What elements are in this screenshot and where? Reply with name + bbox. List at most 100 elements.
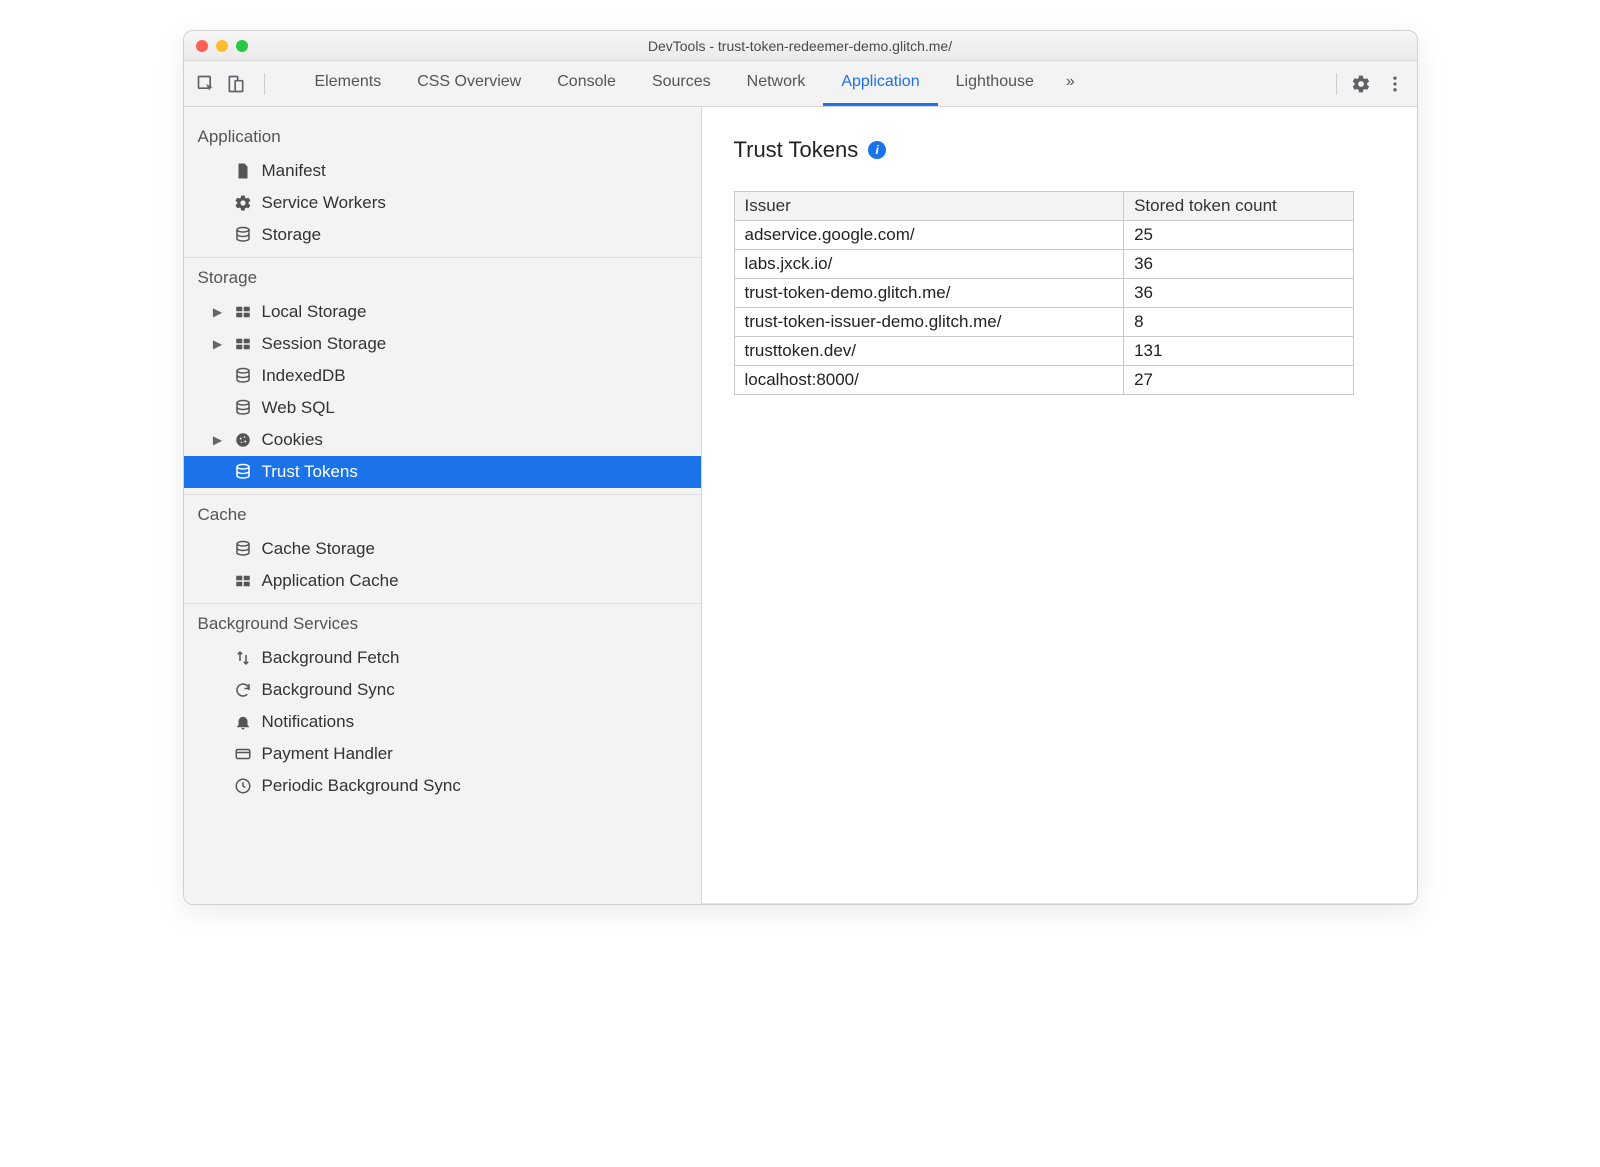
tab-network[interactable]: Network (729, 61, 824, 106)
panel-title: Trust Tokens (734, 137, 859, 163)
settings-icon[interactable] (1351, 74, 1371, 94)
table-cell: 27 (1124, 366, 1353, 395)
table-cell: trusttoken.dev/ (734, 337, 1124, 366)
column-header[interactable]: Stored token count (1124, 192, 1353, 221)
titlebar: DevTools - trust-token-redeemer-demo.gli… (184, 31, 1417, 61)
table-icon (234, 335, 252, 353)
sidebar-item-payment-handler[interactable]: Payment Handler (184, 738, 701, 770)
database-icon (234, 367, 252, 385)
table-row[interactable]: trusttoken.dev/131 (734, 337, 1353, 366)
window-controls (196, 40, 248, 52)
info-icon[interactable]: i (868, 141, 886, 159)
sidebar-group-storage: Storage (184, 258, 701, 296)
devtools-window: DevTools - trust-token-redeemer-demo.gli… (183, 30, 1418, 905)
expand-icon[interactable]: ▶ (212, 433, 224, 447)
sidebar-item-label: Background Fetch (262, 648, 400, 668)
clock-icon (234, 777, 252, 795)
tab-sources[interactable]: Sources (634, 61, 729, 106)
device-toolbar-icon[interactable] (226, 74, 246, 94)
tab-css-overview[interactable]: CSS Overview (399, 61, 539, 106)
arrows-icon (234, 649, 252, 667)
sidebar-item-cache-storage[interactable]: Cache Storage (184, 533, 701, 565)
sidebar-group-background-services: Background Services (184, 604, 701, 642)
sidebar-item-cookies[interactable]: ▶ Cookies (184, 424, 701, 456)
separator (1336, 73, 1337, 95)
sidebar-item-periodic-background-sync[interactable]: Periodic Background Sync (184, 770, 701, 802)
tab-lighthouse[interactable]: Lighthouse (938, 61, 1052, 106)
table-cell: 131 (1124, 337, 1353, 366)
bell-icon (234, 713, 252, 731)
sidebar-item-label: Storage (262, 225, 322, 245)
sidebar-item-label: Trust Tokens (262, 462, 358, 482)
sidebar-item-session-storage[interactable]: ▶ Session Storage (184, 328, 701, 360)
sidebar-item-trust-tokens[interactable]: Trust Tokens (184, 456, 701, 488)
table-cell: labs.jxck.io/ (734, 250, 1124, 279)
window-title: DevTools - trust-token-redeemer-demo.gli… (184, 38, 1417, 54)
tab-console[interactable]: Console (539, 61, 634, 106)
sidebar-item-manifest[interactable]: Manifest (184, 155, 701, 187)
database-icon (234, 540, 252, 558)
database-icon (234, 399, 252, 417)
database-icon (234, 463, 252, 481)
sidebar-item-indexeddb[interactable]: IndexedDB (184, 360, 701, 392)
maximize-window-button[interactable] (236, 40, 248, 52)
sidebar-item-application-cache[interactable]: Application Cache (184, 565, 701, 597)
table-row[interactable]: localhost:8000/27 (734, 366, 1353, 395)
sidebar-group-cache: Cache (184, 495, 701, 533)
table-row[interactable]: trust-token-issuer-demo.glitch.me/8 (734, 308, 1353, 337)
table-row[interactable]: adservice.google.com/25 (734, 221, 1353, 250)
expand-icon[interactable]: ▶ (212, 337, 224, 351)
minimize-window-button[interactable] (216, 40, 228, 52)
table-cell: localhost:8000/ (734, 366, 1124, 395)
tab-application[interactable]: Application (823, 61, 937, 106)
file-icon (234, 162, 252, 180)
sidebar-item-label: Notifications (262, 712, 355, 732)
gear-icon (234, 194, 252, 212)
sidebar-item-local-storage[interactable]: ▶ Local Storage (184, 296, 701, 328)
table-cell: 36 (1124, 250, 1353, 279)
sidebar-item-label: Manifest (262, 161, 326, 181)
sidebar-item-label: Cache Storage (262, 539, 375, 559)
card-icon (234, 745, 252, 763)
table-cell: trust-token-issuer-demo.glitch.me/ (734, 308, 1124, 337)
separator (264, 73, 265, 95)
column-header[interactable]: Issuer (734, 192, 1124, 221)
expand-icon[interactable]: ▶ (212, 305, 224, 319)
sidebar-item-web-sql[interactable]: Web SQL (184, 392, 701, 424)
more-options-icon[interactable] (1385, 74, 1405, 94)
sidebar-item-label: Payment Handler (262, 744, 393, 764)
sidebar-item-background-fetch[interactable]: Background Fetch (184, 642, 701, 674)
main-panel: Trust Tokens i IssuerStored token count … (702, 107, 1417, 904)
cookie-icon (234, 431, 252, 449)
sidebar-item-background-sync[interactable]: Background Sync (184, 674, 701, 706)
sidebar-item-label: Session Storage (262, 334, 387, 354)
close-window-button[interactable] (196, 40, 208, 52)
table-row[interactable]: trust-token-demo.glitch.me/36 (734, 279, 1353, 308)
table-cell: adservice.google.com/ (734, 221, 1124, 250)
sidebar-item-label: Local Storage (262, 302, 367, 322)
sidebar-item-label: IndexedDB (262, 366, 346, 386)
tabs-overflow-button[interactable]: » (1058, 61, 1083, 106)
database-icon (234, 226, 252, 244)
table-cell: 25 (1124, 221, 1353, 250)
sidebar-item-service-workers[interactable]: Service Workers (184, 187, 701, 219)
table-icon (234, 572, 252, 590)
table-cell: trust-token-demo.glitch.me/ (734, 279, 1124, 308)
sidebar-item-notifications[interactable]: Notifications (184, 706, 701, 738)
sidebar-item-label: Service Workers (262, 193, 386, 213)
sidebar-item-storage[interactable]: Storage (184, 219, 701, 251)
tab-bar: ElementsCSS OverviewConsoleSourcesNetwor… (184, 61, 1417, 107)
table-cell: 8 (1124, 308, 1353, 337)
table-cell: 36 (1124, 279, 1353, 308)
sidebar-item-label: Background Sync (262, 680, 395, 700)
trust-tokens-table: IssuerStored token count adservice.googl… (734, 191, 1354, 395)
table-row[interactable]: labs.jxck.io/36 (734, 250, 1353, 279)
sidebar-item-label: Web SQL (262, 398, 335, 418)
sidebar-item-label: Cookies (262, 430, 323, 450)
inspect-element-icon[interactable] (196, 74, 216, 94)
sidebar-item-label: Periodic Background Sync (262, 776, 461, 796)
tab-elements[interactable]: Elements (297, 61, 400, 106)
sidebar-item-label: Application Cache (262, 571, 399, 591)
sync-icon (234, 681, 252, 699)
sidebar: ApplicationManifestService WorkersStorag… (184, 107, 702, 904)
